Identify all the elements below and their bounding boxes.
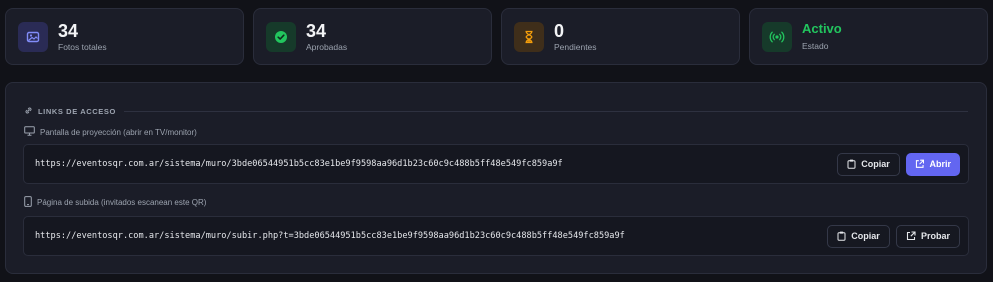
broadcast-icon — [762, 21, 792, 52]
section-title: LINKS DE ACCESO — [38, 106, 116, 116]
stat-value: 34 — [306, 20, 327, 41]
open-label: Abrir — [929, 159, 951, 169]
test-label: Probar — [920, 231, 950, 241]
projection-url-box: https://eventosqr.com.ar/sistema/muro/3b… — [23, 144, 969, 184]
upload-url[interactable]: https://eventosqr.com.ar/sistema/muro/su… — [35, 231, 821, 241]
projection-label-text: Pantalla de proyección (abrir en TV/moni… — [40, 127, 197, 137]
stat-card-total-photos: 34 Fotos totales — [5, 8, 244, 65]
upload-label: Página de subida (invitados escanean est… — [24, 196, 206, 209]
copy-label: Copiar — [861, 159, 890, 169]
clipboard-icon — [847, 159, 856, 169]
test-upload-button[interactable]: Probar — [896, 224, 960, 248]
link-icon — [24, 102, 33, 120]
stat-card-approved: 34 Aprobadas — [253, 8, 492, 65]
monitor-icon — [24, 126, 35, 138]
check-circle-icon — [266, 21, 296, 52]
clipboard-icon — [837, 231, 846, 241]
stat-value: 34 — [58, 20, 79, 41]
image-icon — [18, 21, 48, 52]
copy-label: Copiar — [851, 231, 880, 241]
stat-label: Pendientes — [554, 41, 597, 52]
projection-url[interactable]: https://eventosqr.com.ar/sistema/muro/3b… — [35, 159, 831, 169]
status-value: Activo — [802, 21, 842, 36]
smartphone-icon — [24, 196, 32, 209]
access-links-panel: LINKS DE ACCESO Pantalla de proyección (… — [5, 82, 987, 274]
hourglass-icon — [514, 21, 544, 52]
stat-label: Aprobadas — [306, 41, 348, 52]
section-header: LINKS DE ACCESO — [24, 102, 968, 120]
open-projection-button[interactable]: Abrir — [906, 152, 960, 176]
stat-label: Fotos totales — [58, 41, 107, 52]
projection-label: Pantalla de proyección (abrir en TV/moni… — [24, 126, 197, 138]
stat-card-pending: 0 Pendientes — [501, 8, 740, 65]
divider — [123, 110, 968, 112]
stat-value: 0 — [554, 20, 565, 41]
upload-url-box: https://eventosqr.com.ar/sistema/muro/su… — [23, 216, 969, 256]
copy-upload-button[interactable]: Copiar — [827, 224, 890, 248]
stat-card-status: Activo Estado — [749, 8, 988, 65]
copy-projection-button[interactable]: Copiar — [837, 152, 900, 176]
upload-label-text: Página de subida (invitados escanean est… — [37, 198, 207, 207]
external-link-icon — [906, 231, 916, 241]
external-link-icon — [915, 159, 925, 168]
stats-row: 34 Fotos totales 34 Aprobadas 0 Pendient… — [5, 8, 988, 65]
stat-label: Estado — [802, 41, 829, 51]
